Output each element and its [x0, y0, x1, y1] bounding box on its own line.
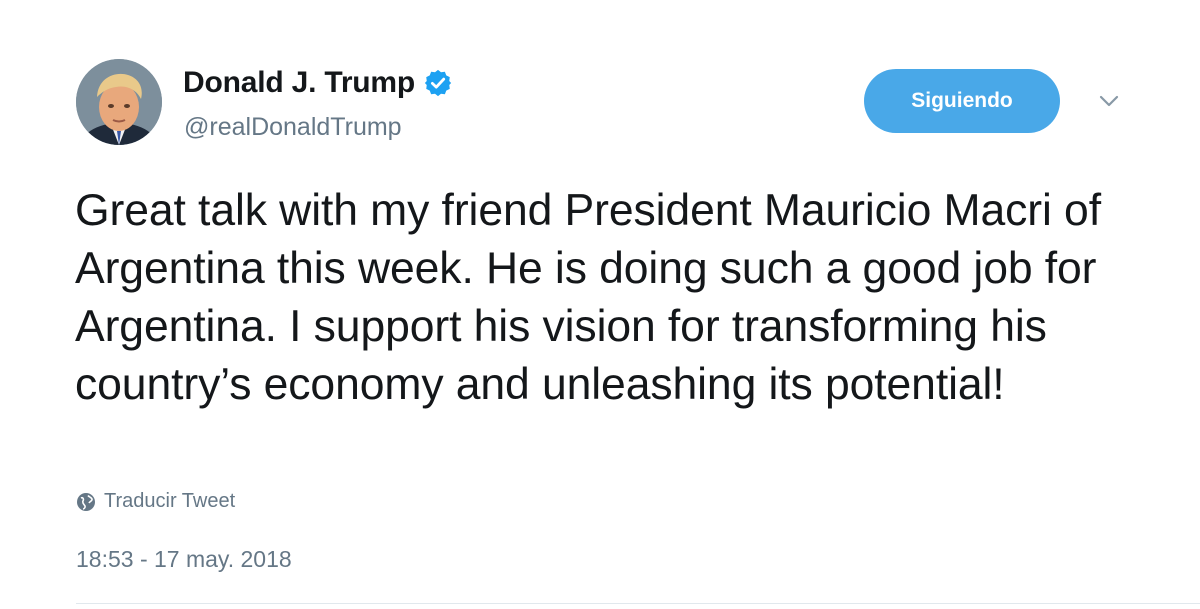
translate-tweet-label: Traducir Tweet [104, 490, 236, 512]
user-handle[interactable]: @realDonaldTrump [184, 113, 402, 142]
globe-icon [76, 492, 96, 512]
display-name[interactable]: Donald J. Trump [183, 66, 415, 100]
verified-badge-icon [423, 68, 453, 98]
tweet-text: Great talk with my friend President Maur… [75, 186, 1101, 409]
translate-tweet-link[interactable]: Traducir Tweet [76, 490, 235, 513]
divider [76, 603, 1200, 604]
avatar-image [76, 59, 162, 145]
tweet-card: Donald J. Trump @realDonaldTrump Siguien… [0, 0, 1200, 609]
avatar[interactable] [76, 59, 162, 145]
chevron-down-icon[interactable] [1097, 93, 1121, 109]
following-button[interactable]: Siguiendo [864, 69, 1060, 133]
name-row: Donald J. Trump [183, 66, 453, 100]
tweet-timestamp[interactable]: 18:53 - 17 may. 2018 [76, 546, 292, 573]
